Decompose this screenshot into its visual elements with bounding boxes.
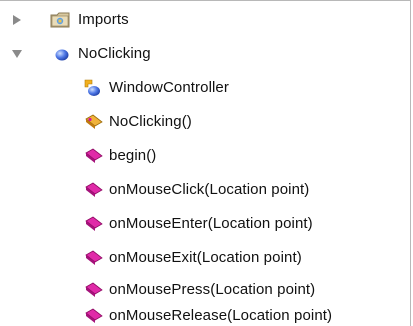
tree-item-label: onMouseEnter(Location point) — [109, 215, 313, 232]
disclosure-expanded-icon[interactable] — [10, 47, 24, 61]
method-icon — [84, 180, 104, 200]
tree-row-method[interactable]: onMouseClick(Location point) — [0, 174, 411, 206]
tree-row-imports[interactable]: Imports — [0, 4, 411, 36]
tree-row-method[interactable]: begin() — [0, 140, 411, 172]
class-icon — [52, 44, 72, 64]
constructor-icon — [84, 112, 104, 132]
tree-row-superclass[interactable]: WindowController — [0, 72, 411, 104]
superclass-icon — [82, 78, 102, 98]
tree-row-method[interactable]: onMouseEnter(Location point) — [0, 208, 411, 240]
disclosure-collapsed-icon[interactable] — [10, 13, 24, 27]
tree-item-label: onMouseClick(Location point) — [109, 181, 310, 198]
method-icon — [84, 280, 104, 300]
method-icon — [84, 214, 104, 234]
tree-row-method[interactable]: onMouseRelease(Location point) — [0, 300, 411, 326]
tree-item-label: NoClicking() — [109, 113, 192, 130]
tree-row-constructor[interactable]: NoClicking() — [0, 106, 411, 138]
tree-item-label: onMouseRelease(Location point) — [109, 307, 333, 324]
class-outline-tree: Imports NoClicking WindowController NoCl… — [0, 0, 413, 326]
tree-row-method[interactable]: onMouseExit(Location point) — [0, 242, 411, 274]
tree-item-label: WindowController — [109, 79, 229, 96]
method-icon — [84, 306, 104, 326]
package-folder-icon — [50, 10, 70, 30]
tree-item-label: onMouseExit(Location point) — [109, 249, 302, 266]
tree-row-class[interactable]: NoClicking — [0, 38, 411, 70]
method-icon — [84, 146, 104, 166]
tree-item-label: begin() — [109, 147, 157, 164]
tree-item-label: NoClicking — [78, 45, 151, 62]
method-icon — [84, 248, 104, 268]
tree-item-label: Imports — [78, 11, 129, 28]
tree-item-label: onMousePress(Location point) — [109, 281, 316, 298]
